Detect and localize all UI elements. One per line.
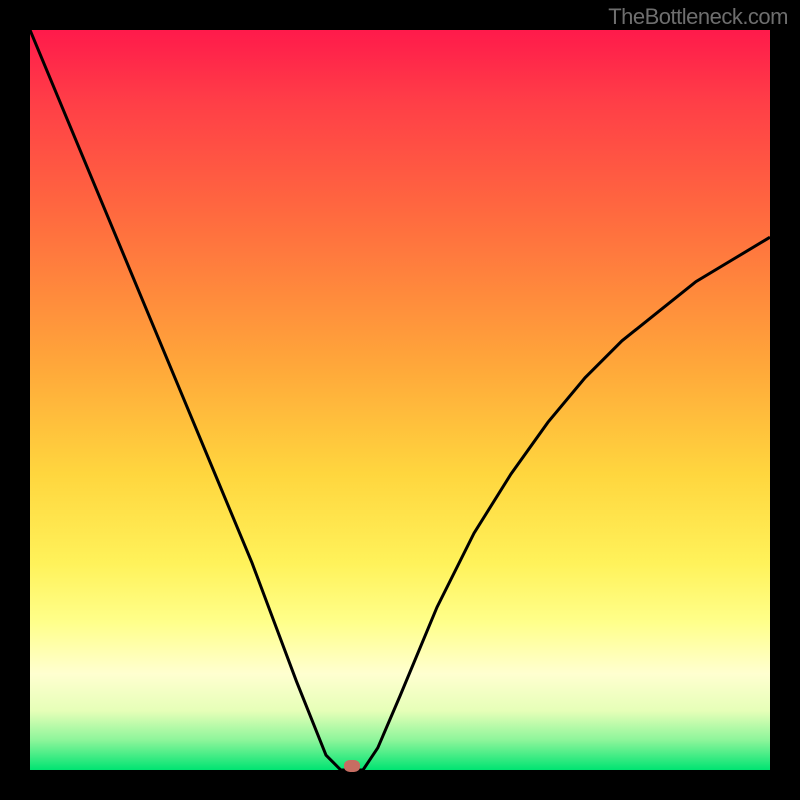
plot-area <box>30 30 770 770</box>
chart-frame: TheBottleneck.com <box>0 0 800 800</box>
curve-svg <box>30 30 770 770</box>
bottleneck-curve-path <box>30 30 770 770</box>
minimum-marker <box>344 760 360 772</box>
watermark-text: TheBottleneck.com <box>608 4 788 30</box>
